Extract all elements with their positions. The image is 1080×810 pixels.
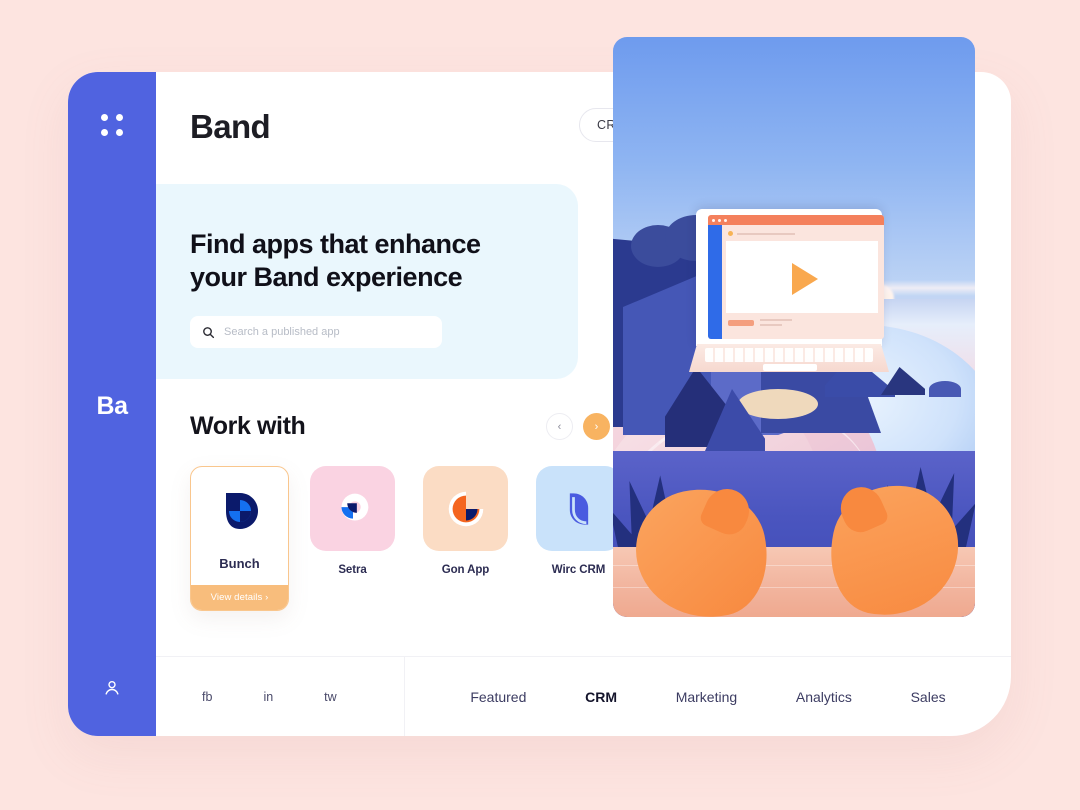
hero-heading-line2: your Band experience: [190, 262, 463, 293]
hero-section: Find apps that enhance your Band experie…: [156, 184, 578, 379]
sidebar-brand-mark: Ba: [96, 392, 128, 420]
laptop: [689, 209, 889, 372]
footer-bar: fb in tw Featured CRM Marketing Analytic…: [156, 656, 1011, 736]
hero-heading-line1: Find apps that enhance: [190, 229, 481, 259]
social-link-tw[interactable]: tw: [324, 690, 337, 704]
carousel-prev-button[interactable]: ‹: [546, 413, 573, 440]
search-input[interactable]: [224, 326, 424, 339]
work-with-header: Work with ‹ ›: [190, 412, 610, 441]
laptop-lid: [696, 209, 884, 346]
app-card-featured[interactable]: Bunch View details ›: [190, 466, 289, 611]
content-row-mock: [728, 231, 795, 236]
laptop-screen: [708, 215, 884, 339]
video-player: [726, 241, 878, 313]
grid-dot: [101, 129, 108, 136]
laptop-keyboard: [705, 348, 873, 362]
browser-titlebar: [708, 215, 884, 225]
search-icon: [203, 327, 215, 338]
sea-rock-3: [929, 381, 961, 397]
carousel-controls: ‹ ›: [546, 413, 610, 440]
app-card-label: Setra: [338, 564, 367, 576]
app-card-setra[interactable]: Setra: [303, 466, 402, 576]
tab-sales[interactable]: Sales: [911, 689, 946, 705]
hero-heading: Find apps that enhance your Band experie…: [190, 228, 578, 294]
social-links: fb in tw: [156, 690, 404, 704]
setra-logo-icon: [341, 493, 368, 520]
search-box[interactable]: [190, 316, 442, 349]
grid-dot: [116, 129, 123, 136]
social-link-in[interactable]: in: [263, 690, 273, 704]
work-with-title: Work with: [190, 412, 306, 440]
page-title: Band: [190, 108, 271, 145]
button-mock: [728, 320, 754, 326]
sidebar: Ba: [68, 72, 156, 736]
wirc-crm-logo-icon: [569, 492, 588, 525]
text-line-mock: [760, 319, 792, 321]
view-details-button[interactable]: View details ›: [191, 585, 288, 610]
app-card-list: Bunch View details › Setra Gon App Wirc …: [190, 466, 628, 611]
grid-dot: [116, 114, 123, 121]
window-controls: [712, 218, 727, 222]
app-sidebar-mock: [708, 225, 722, 339]
text-line-mock: [760, 324, 782, 326]
hero-illustration: [613, 37, 975, 617]
tab-crm[interactable]: CRM: [585, 689, 617, 705]
laptop-trackpad: [763, 364, 817, 371]
play-icon[interactable]: [792, 263, 818, 295]
tab-analytics[interactable]: Analytics: [796, 689, 852, 705]
screen: Ba Band CRM Find apps that enhance your …: [0, 0, 1080, 810]
grid-dot: [101, 114, 108, 121]
tab-marketing[interactable]: Marketing: [676, 689, 737, 705]
category-tabs: Featured CRM Marketing Analytics Sales: [405, 689, 1011, 705]
user-icon[interactable]: [68, 678, 156, 698]
sand-spit: [738, 389, 818, 419]
gon-app-logo-icon: [448, 491, 483, 526]
app-card-label: Gon App: [441, 564, 490, 576]
bunch-logo-icon: [225, 493, 258, 529]
app-card-gon-app[interactable]: Gon App: [416, 466, 515, 576]
social-link-fb[interactable]: fb: [202, 690, 212, 704]
app-card-label: Bunch: [219, 556, 260, 571]
grid-dots-icon[interactable]: [101, 114, 123, 136]
tab-featured[interactable]: Featured: [470, 689, 526, 705]
carousel-next-button[interactable]: ›: [583, 413, 610, 440]
